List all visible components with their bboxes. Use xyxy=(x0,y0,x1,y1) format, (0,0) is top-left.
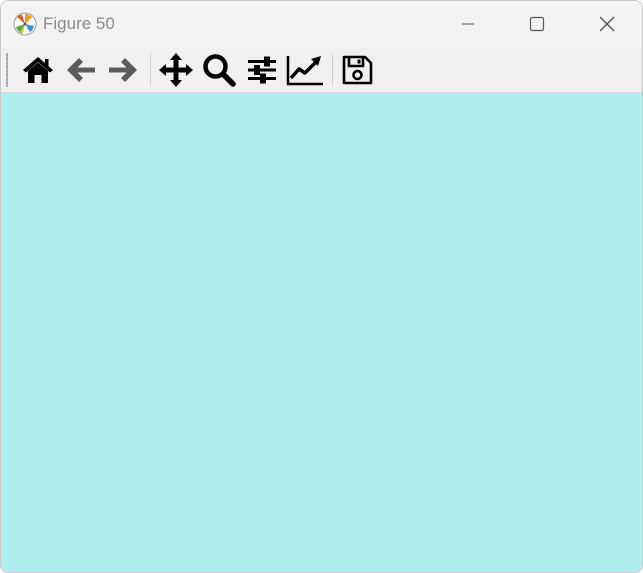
close-icon xyxy=(599,16,615,32)
home-button[interactable] xyxy=(18,51,58,89)
zoom-icon xyxy=(203,54,236,87)
edit-axis-button[interactable] xyxy=(285,51,325,89)
configure-subplots-button[interactable] xyxy=(242,51,282,89)
subplots-config-icon xyxy=(248,56,276,84)
matplotlib-logo-icon xyxy=(13,12,37,36)
forward-arrow-icon xyxy=(109,58,137,82)
pan-icon xyxy=(159,53,193,87)
toolbar-separator xyxy=(332,53,333,86)
close-button[interactable] xyxy=(572,1,642,47)
save-button[interactable] xyxy=(337,51,377,89)
title-bar[interactable]: Figure 50 xyxy=(1,1,642,47)
figure-window: Figure 50 xyxy=(0,0,643,573)
toolbar-grip-handle[interactable] xyxy=(6,53,8,87)
toolbar-separator xyxy=(150,53,151,86)
minimize-button[interactable] xyxy=(433,1,503,47)
zoom-button[interactable] xyxy=(199,51,239,89)
save-icon xyxy=(342,55,373,85)
window-title: Figure 50 xyxy=(43,14,115,33)
pan-button[interactable] xyxy=(156,51,196,89)
minimize-icon xyxy=(462,23,474,25)
back-button[interactable] xyxy=(61,51,101,89)
navigation-toolbar xyxy=(1,47,642,93)
home-icon xyxy=(23,57,53,83)
edit-axis-icon xyxy=(286,56,323,86)
maximize-button[interactable] xyxy=(502,1,572,47)
forward-button[interactable] xyxy=(103,51,143,89)
maximize-icon xyxy=(529,16,545,32)
back-arrow-icon xyxy=(67,58,95,82)
figure-canvas[interactable] xyxy=(1,93,642,572)
